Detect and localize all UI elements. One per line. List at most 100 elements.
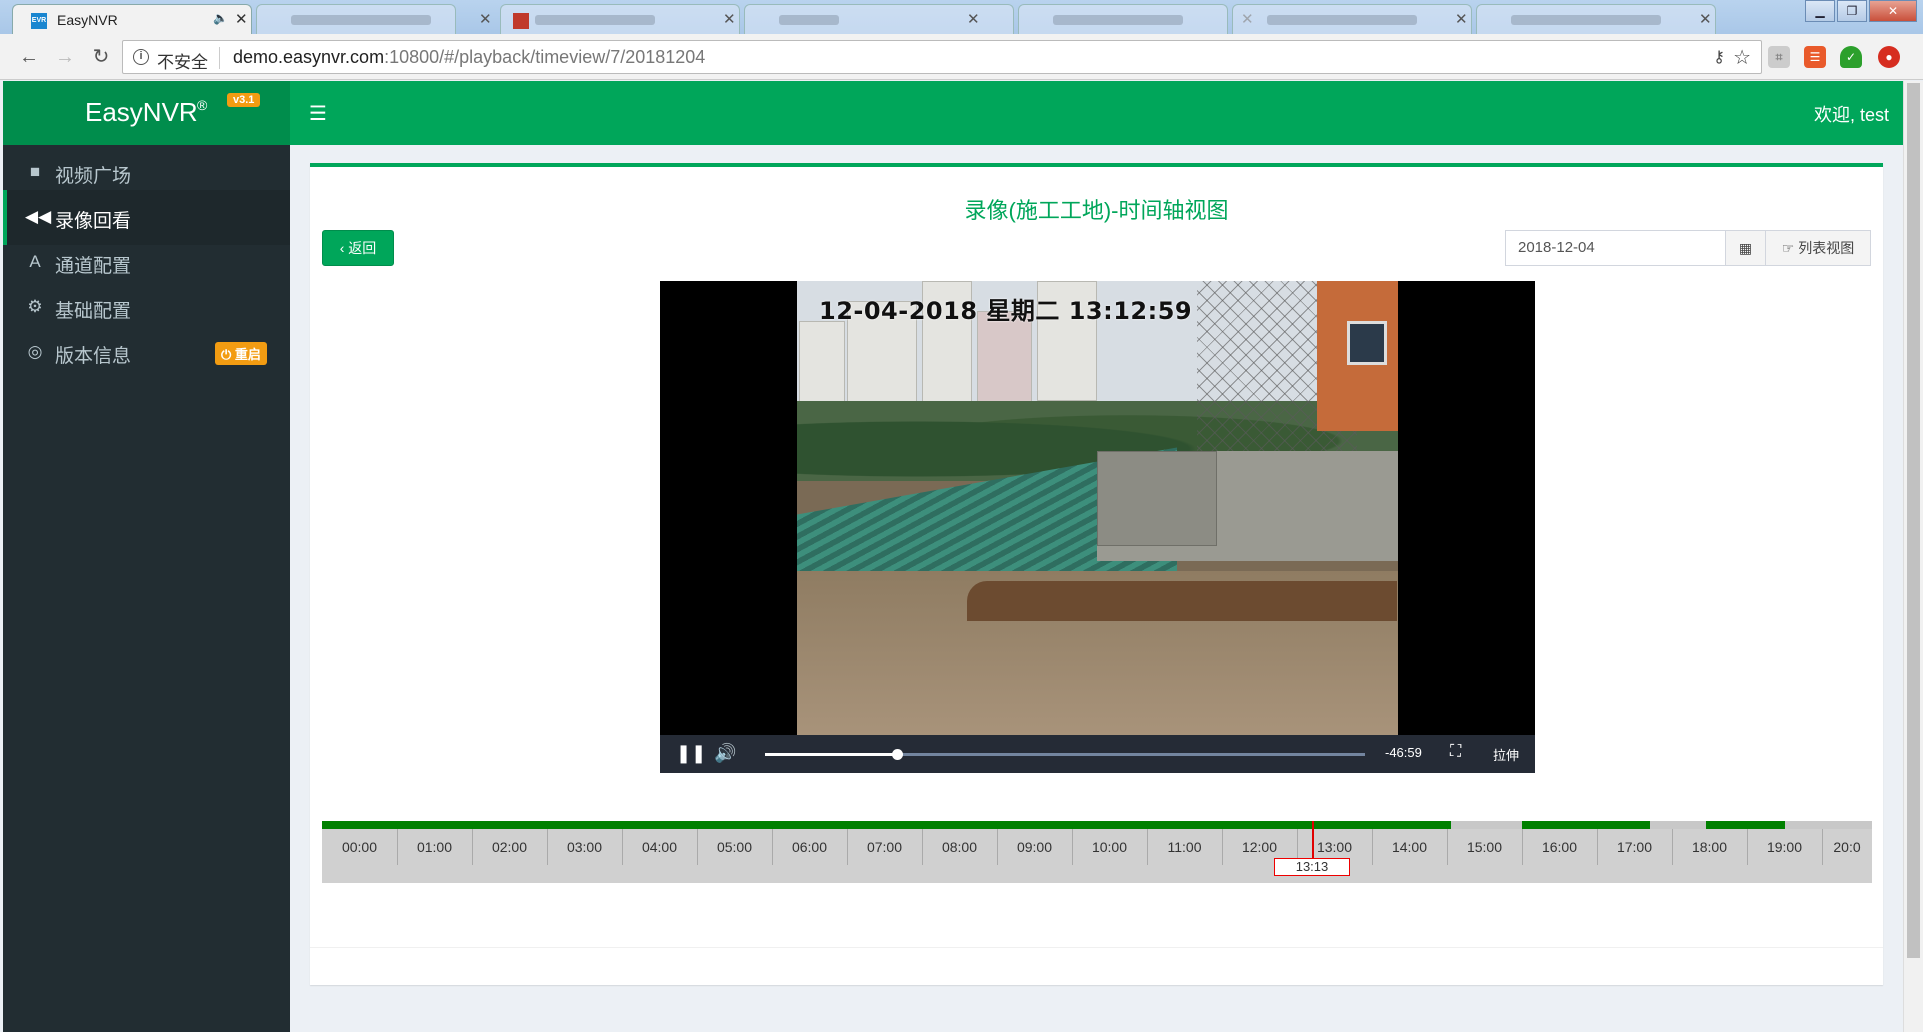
timeline[interactable]: 00:00 01:00 02:00 03:00 04:00 05:00 06:00 07:00… — [322, 821, 1872, 883]
timeline-hour-label: 19:00 — [1766, 839, 1803, 855]
sidebar-item-label: 通道配置 — [55, 256, 132, 277]
browser-tab-3[interactable]: ✕ — [500, 4, 740, 34]
menu-toggle-icon[interactable]: ☰ — [309, 101, 327, 126]
tab-close-icon[interactable]: ✕ — [1699, 10, 1712, 28]
window-close-icon[interactable]: ✕ — [1869, 0, 1917, 22]
calendar-icon[interactable]: ▦ — [1726, 231, 1766, 265]
tab-title: EasyNVR — [57, 12, 118, 28]
fullscreen-icon[interactable]: ⛶ — [1450, 743, 1461, 761]
key-icon[interactable]: ⚷ — [1713, 47, 1725, 67]
browser-tab-active[interactable]: EVR EasyNVR 🔈 ✕ — [12, 4, 252, 34]
video-osd-timestamp: 12-04-2018 星期二 13:12:59 — [819, 297, 1193, 325]
scrollbar-thumb[interactable] — [1907, 83, 1920, 958]
timeline-hour-label: 17:00 — [1616, 839, 1653, 855]
page-scrollbar[interactable] — [1903, 81, 1923, 1032]
timeline-hour-label: 11:00 — [1167, 839, 1202, 855]
browser-tab-6[interactable]: ✕ — [1232, 4, 1472, 34]
url-host: demo.easynvr.com — [233, 47, 385, 67]
back-button[interactable]: ‹ 返回 — [322, 230, 394, 266]
welcome-user[interactable]: 欢迎, test — [1814, 101, 1889, 127]
browser-tab-2[interactable]: ✕ — [256, 4, 492, 34]
timeline-cursor-label: 13:13 — [1274, 858, 1350, 876]
timeline-hour-label: 18:00 — [1691, 839, 1728, 855]
blurred-tab-title — [1053, 15, 1183, 25]
video-camera-icon: ■ — [29, 162, 41, 181]
timeline-recorded-segment[interactable] — [1522, 821, 1650, 829]
bookmark-star-icon[interactable]: ☆ — [1733, 45, 1751, 70]
extension-orange-icon[interactable]: ☰ — [1804, 46, 1826, 68]
browser-tab-7[interactable]: ✕ — [1476, 4, 1716, 34]
road-icon: A — [29, 252, 41, 271]
url-path: :10800/#/playback/timeview/7/20181204 — [384, 47, 706, 67]
remaining-time: -46:59 — [1385, 745, 1422, 760]
sidebar-item-label: 视频广场 — [55, 166, 132, 187]
timeline-hour-label: 01:00 — [416, 839, 453, 855]
video-player[interactable]: 12-04-2018 星期二 13:12:59 ❚❚ 🔊 -46:59 ⛶ 拉伸 — [660, 281, 1535, 773]
timeview-box: 录像(施工工地)-时间轴视图 ‹ 返回 2018-12-04 ▦ ☞ 列表视图 — [310, 163, 1883, 985]
info-icon[interactable]: i — [133, 49, 149, 65]
date-input[interactable]: 2018-12-04 — [1506, 231, 1726, 265]
back-arrow-icon[interactable]: ← — [16, 44, 42, 70]
sidebar-item-label: 版本信息 — [55, 346, 132, 367]
video-building — [799, 321, 845, 411]
blurred-tab-title — [1267, 15, 1417, 25]
timeline-recorded-segment[interactable] — [1705, 821, 1785, 829]
tab-close-icon[interactable]: ✕ — [235, 10, 248, 28]
timeline-hour-label: 04:00 — [641, 839, 678, 855]
logo-area[interactable]: EasyNVR ® v3.1 — [3, 81, 290, 145]
stretch-button[interactable]: 拉伸 — [1493, 745, 1519, 764]
browser-tab-5[interactable]: ✕ — [1018, 4, 1254, 34]
timeline-hour-label: 20:0 — [1833, 839, 1861, 855]
content-wrapper: 录像(施工工地)-时间轴视图 ‹ 返回 2018-12-04 ▦ ☞ 列表视图 — [290, 145, 1903, 1032]
progress-bar[interactable] — [765, 749, 1365, 760]
sidebar: ■ 视频广场 ◀◀ 录像回看 A 通道配置 ⚙ 基础配置 ◎ 版本信息 ⏻ 重启 — [3, 145, 290, 1032]
video-window — [1347, 321, 1387, 365]
csdn-favicon-icon — [513, 13, 529, 29]
list-view-button[interactable]: ☞ 列表视图 — [1766, 231, 1870, 265]
timeline-hour-label: 05:00 — [716, 839, 753, 855]
timeline-recorded-segment[interactable] — [322, 821, 1451, 829]
speaker-icon[interactable]: 🔈 — [213, 11, 228, 25]
forward-arrow-icon[interactable]: → — [52, 44, 78, 70]
video-concrete-block — [1097, 451, 1217, 546]
blurred-tab-title — [779, 15, 839, 25]
sidebar-item-label: 基础配置 — [55, 301, 132, 322]
blurred-tab-title — [535, 15, 655, 25]
insecure-label[interactable]: 不安全 — [157, 48, 208, 73]
browser-tab-4[interactable]: ✕ — [744, 4, 1014, 34]
version-badge: v3.1 — [227, 93, 261, 107]
sidebar-item-version-info[interactable]: ◎ 版本信息 ⏻ 重启 — [3, 325, 290, 380]
timeline-cursor[interactable] — [1312, 821, 1314, 859]
blurred-tab-title — [1511, 15, 1661, 25]
video-dirt-mound — [967, 581, 1397, 621]
list-view-button-label: 列表视图 — [1798, 240, 1855, 256]
tab-close-icon[interactable]: ✕ — [967, 10, 1003, 28]
timeline-hour-label: 07:00 — [866, 839, 903, 855]
restart-badge[interactable]: ⏻ 重启 — [215, 342, 267, 365]
progress-knob[interactable] — [892, 749, 903, 760]
tab-close-icon[interactable]: ✕ — [1455, 10, 1468, 28]
timeline-hour-label: 02:00 — [491, 839, 528, 855]
shield-extension-icon[interactable]: ✓ — [1840, 46, 1862, 68]
minimize-icon[interactable]: ▁ — [1805, 0, 1835, 22]
back-button-label: 返回 — [348, 240, 377, 256]
timeline-hour-label: 09:00 — [1016, 839, 1053, 855]
support-icon: ◎ — [27, 342, 43, 361]
backward-icon: ◀◀ — [25, 207, 52, 226]
browser-tabstrip: EVR EasyNVR 🔈 ✕ ✕ ✕ ✕ ✕ ✕ ✕ ▁ ❐ ✕ — [0, 0, 1923, 34]
video-orange-building — [1317, 281, 1398, 431]
restart-badge-label: 重启 — [234, 347, 261, 362]
pdf-extension-icon[interactable]: ⌗ — [1768, 46, 1790, 68]
divider — [219, 47, 220, 69]
volume-icon[interactable]: 🔊 — [714, 743, 736, 764]
reload-icon[interactable]: ↻ — [88, 44, 114, 70]
timeline-hour-label: 14:00 — [1391, 839, 1428, 855]
restore-icon[interactable]: ❐ — [1837, 0, 1867, 22]
url-text[interactable]: demo.easynvr.com:10800/#/playback/timevi… — [233, 47, 705, 68]
pause-icon[interactable]: ❚❚ — [676, 743, 706, 764]
address-bar[interactable]: i 不安全 demo.easynvr.com:10800/#/playback/… — [122, 40, 1762, 74]
tab-close-icon[interactable]: ✕ — [723, 10, 736, 28]
timeline-hour-label: 13:00 — [1316, 839, 1353, 855]
adblock-extension-icon[interactable]: ● — [1878, 46, 1900, 68]
top-header: EasyNVR ® v3.1 ☰ 欢迎, test — [3, 81, 1903, 145]
